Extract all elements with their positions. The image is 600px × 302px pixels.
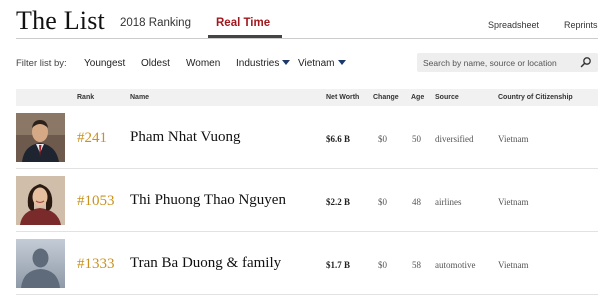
column-country[interactable]: Country of Citizenship (498, 94, 573, 101)
column-source[interactable]: Source (435, 94, 459, 101)
person-name[interactable]: Tran Ba Duong & family (130, 255, 281, 272)
net-worth: $6.6 B (326, 134, 351, 144)
tab-real-time[interactable]: Real Time (216, 17, 270, 29)
table-row[interactable]: #1333 Tran Ba Duong & family $1.7 B $0 5… (16, 233, 598, 295)
person-name[interactable]: Pham Nhat Vuong (130, 129, 241, 146)
change-value: $0 (378, 134, 387, 144)
column-age[interactable]: Age (411, 94, 424, 101)
country-value: Vietnam (498, 197, 529, 207)
avatar[interactable] (16, 176, 65, 225)
source-value: diversified (435, 134, 474, 144)
header-divider (16, 38, 598, 39)
filter-bar: Filter list by: Youngest Oldest Women In… (0, 50, 600, 76)
column-name[interactable]: Name (130, 94, 149, 101)
country-dropdown[interactable]: Vietnam (298, 58, 346, 69)
age-value: 58 (412, 260, 421, 270)
table-header: Rank Name Net Worth Change Age Source Co… (16, 89, 598, 106)
avatar[interactable] (16, 239, 65, 288)
column-net-worth[interactable]: Net Worth (326, 94, 359, 101)
page-title: The List (16, 6, 105, 35)
woman-portrait-photo (16, 176, 65, 225)
spreadsheet-link[interactable]: Spreadsheet (488, 20, 539, 30)
filter-label: Filter list by: (16, 58, 67, 69)
caret-down-icon (337, 60, 346, 65)
rank-value: #1053 (77, 193, 115, 209)
age-value: 50 (412, 134, 421, 144)
rank-value: #241 (77, 130, 107, 146)
column-change[interactable]: Change (373, 94, 399, 101)
country-value: Vietnam (498, 260, 529, 270)
search-placeholder: Search by name, source or location (423, 58, 557, 68)
source-value: automotive (435, 260, 476, 270)
filter-women[interactable]: Women (186, 58, 220, 69)
tab-2018-ranking[interactable]: 2018 Ranking (120, 17, 191, 29)
avatar[interactable] (16, 113, 65, 162)
search-input[interactable]: Search by name, source or location (417, 53, 598, 72)
country-value: Vietnam (498, 134, 529, 144)
net-worth: $1.7 B (326, 260, 351, 270)
change-value: $0 (378, 197, 387, 207)
industries-label: Industries (236, 58, 280, 69)
industries-dropdown[interactable]: Industries (236, 58, 291, 69)
reprints-link[interactable]: Reprints (564, 20, 598, 30)
net-worth: $2.2 B (326, 197, 351, 207)
filter-youngest[interactable]: Youngest (84, 58, 125, 69)
person-name[interactable]: Thi Phuong Thao Nguyen (130, 192, 286, 209)
table-row[interactable]: #1053 Thi Phuong Thao Nguyen $2.2 B $0 4… (16, 170, 598, 232)
source-value: airlines (435, 197, 462, 207)
man-in-suit-photo (16, 113, 65, 162)
filter-oldest[interactable]: Oldest (141, 58, 170, 69)
change-value: $0 (378, 260, 387, 270)
country-label: Vietnam (298, 58, 335, 69)
caret-down-icon (282, 60, 291, 65)
table-row[interactable]: #241 Pham Nhat Vuong $6.6 B $0 50 divers… (16, 107, 598, 169)
search-icon[interactable] (580, 56, 592, 68)
rank-value: #1333 (77, 256, 115, 272)
age-value: 48 (412, 197, 421, 207)
page-header: The List 2018 Ranking Real Time Spreadsh… (0, 0, 600, 42)
column-rank[interactable]: Rank (77, 94, 94, 101)
placeholder-silhouette (16, 239, 65, 288)
